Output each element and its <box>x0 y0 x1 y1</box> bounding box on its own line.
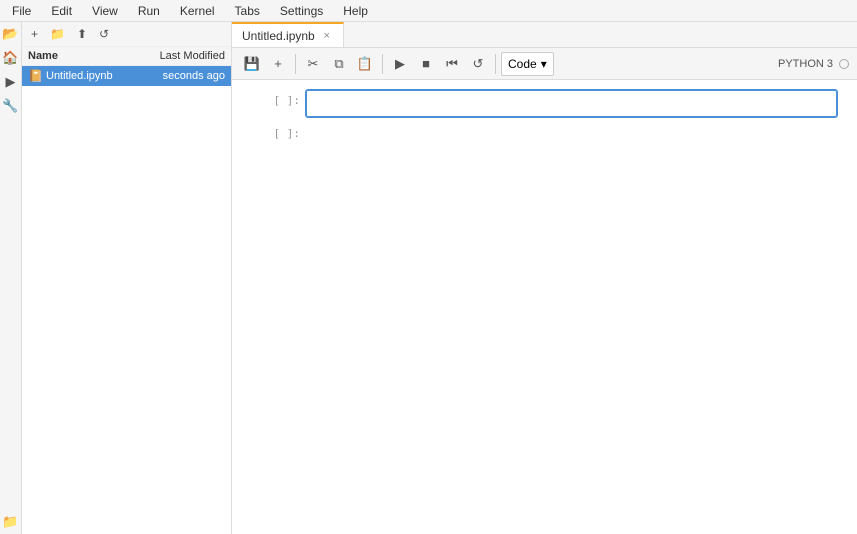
cell-container: [ ]: [ ]: <box>232 80 857 534</box>
toolbar-separator-1 <box>295 54 296 74</box>
upload-button[interactable]: ⬆ <box>74 26 90 42</box>
file-panel: + 📁 ⬆ ↺ Name Last Modified 📔 Untitled.ip… <box>22 22 232 534</box>
menu-tabs[interactable]: Tabs <box>231 3 264 19</box>
cell-wrapper-1: [ ]: <box>252 90 837 117</box>
stop-icon: ■ <box>422 56 430 71</box>
menu-file[interactable]: File <box>8 3 35 19</box>
cell-type-label: Code <box>508 57 537 71</box>
copy-icon: ⧉ <box>334 56 343 72</box>
home-icon[interactable]: 🏠 <box>3 50 19 66</box>
file-modified: seconds ago <box>163 70 225 82</box>
menu-help[interactable]: Help <box>339 3 372 19</box>
menu-edit[interactable]: Edit <box>47 3 76 19</box>
notebook-tab[interactable]: Untitled.ipynb × <box>232 22 344 47</box>
cut-icon: ✂ <box>308 56 319 72</box>
menu-kernel[interactable]: Kernel <box>176 3 219 19</box>
refresh-button[interactable]: ↺ <box>96 26 112 42</box>
notebook-toolbar: 💾 + ✂ ⧉ 📋 ▶ ■ ⏮ <box>232 48 857 80</box>
kernel-label: PYTHON 3 <box>778 58 833 70</box>
tag-icon[interactable]: 📁 <box>3 514 19 530</box>
toolbar-separator-3 <box>495 54 496 74</box>
restart-icon: ⏮ <box>446 56 458 72</box>
tool-icon[interactable]: 🔧 <box>3 98 19 114</box>
file-item[interactable]: 📔 Untitled.ipynb seconds ago <box>22 66 231 86</box>
header-name: Name <box>28 50 160 62</box>
header-modified: Last Modified <box>160 50 225 62</box>
save-icon: 💾 <box>244 56 260 72</box>
cell-prompt-1: [ ]: <box>252 90 300 107</box>
cell-type-dropdown[interactable]: Code ▾ <box>501 52 554 76</box>
kernel-status-indicator <box>839 59 849 69</box>
file-name: Untitled.ipynb <box>46 70 163 82</box>
file-list: 📔 Untitled.ipynb seconds ago <box>22 66 231 534</box>
run-icon[interactable]: ▶ <box>3 74 19 90</box>
refresh-icon: ↺ <box>473 56 484 72</box>
folder-open-icon[interactable]: 📂 <box>3 26 19 42</box>
tab-title: Untitled.ipynb <box>242 29 315 43</box>
cut-button[interactable]: ✂ <box>301 52 325 76</box>
menu-view[interactable]: View <box>88 3 122 19</box>
cell-2[interactable] <box>306 123 837 150</box>
cell-input-2[interactable] <box>307 124 836 146</box>
run-icon: ▶ <box>395 56 405 72</box>
cell-wrapper-2: [ ]: <box>252 123 837 150</box>
new-file-button[interactable]: + <box>28 26 41 42</box>
tab-close-button[interactable]: × <box>321 30 333 42</box>
file-panel-toolbar: + 📁 ⬆ ↺ <box>22 22 231 47</box>
paste-icon: 📋 <box>357 56 373 72</box>
notebook-icon: 📔 <box>28 69 42 83</box>
cell-prompt-2: [ ]: <box>252 123 300 140</box>
notebook-area: Untitled.ipynb × 💾 + ✂ ⧉ 📋 ▶ <box>232 22 857 534</box>
restart-button[interactable]: ⏮ <box>440 52 464 76</box>
chevron-down-icon: ▾ <box>541 57 547 71</box>
toolbar-separator-2 <box>382 54 383 74</box>
refresh-button[interactable]: ↺ <box>466 52 490 76</box>
open-folder-button[interactable]: 📁 <box>47 26 68 42</box>
stop-button[interactable]: ■ <box>414 52 438 76</box>
sidebar-icons: 📂 🏠 ▶ 🔧 📁 <box>0 22 22 534</box>
paste-button[interactable]: 📋 <box>353 52 377 76</box>
menu-settings[interactable]: Settings <box>276 3 327 19</box>
plus-icon: + <box>274 56 282 71</box>
menubar: File Edit View Run Kernel Tabs Settings … <box>0 0 857 22</box>
copy-button[interactable]: ⧉ <box>327 52 351 76</box>
tab-bar: Untitled.ipynb × <box>232 22 857 48</box>
file-panel-header: Name Last Modified <box>22 47 231 66</box>
cell-input-1[interactable] <box>307 91 836 113</box>
menu-run[interactable]: Run <box>134 3 164 19</box>
save-button[interactable]: 💾 <box>240 52 264 76</box>
cell-1[interactable] <box>306 90 837 117</box>
run-button[interactable]: ▶ <box>388 52 412 76</box>
add-cell-button[interactable]: + <box>266 52 290 76</box>
